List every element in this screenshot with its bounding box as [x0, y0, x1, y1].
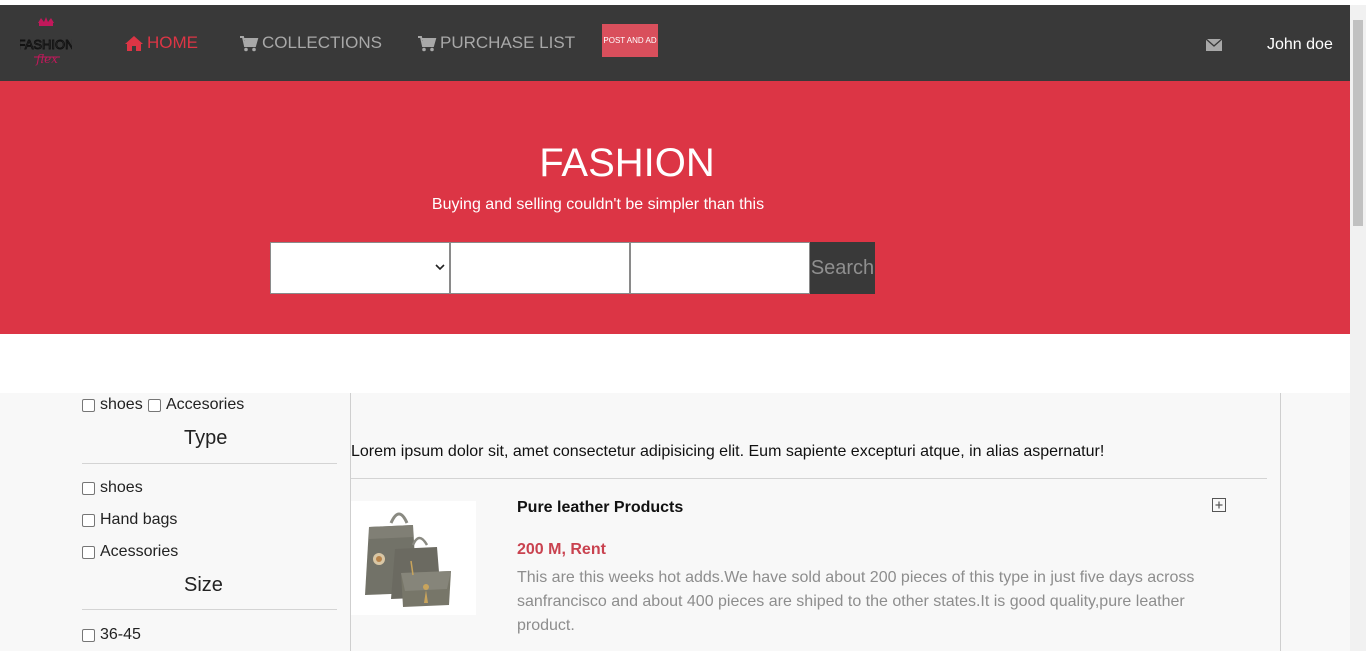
search-input-secondary[interactable] — [630, 242, 810, 294]
filter-label: shoes — [100, 479, 143, 496]
scrollbar-thumb[interactable] — [1353, 20, 1363, 226]
checkbox[interactable] — [82, 628, 95, 642]
hero-banner: FASHION Buying and selling couldn't be s… — [0, 81, 1350, 334]
checkbox[interactable] — [82, 545, 95, 559]
divider — [82, 609, 337, 610]
filter-type-shoes[interactable]: shoes — [82, 479, 143, 497]
nav-collections-label: COLLECTIONS — [262, 33, 382, 52]
product-price: 200 M, Rent — [517, 541, 606, 558]
divider — [82, 463, 337, 464]
envelope-icon[interactable] — [1206, 39, 1222, 51]
category-select[interactable] — [270, 242, 450, 294]
chevron-down-icon — [435, 264, 445, 271]
content-area: shoes Accesories Type shoes Hand bags Ac… — [0, 393, 1350, 651]
checkbox[interactable] — [82, 481, 95, 495]
filter-top-accesories[interactable]: Accesories — [148, 396, 244, 414]
divider — [351, 478, 1267, 479]
nav-collections-link[interactable]: COLLECTIONS — [239, 32, 382, 54]
cart-icon — [240, 35, 259, 51]
filter-type-acessories[interactable]: Acessories — [82, 543, 178, 561]
nav-home-label: HOME — [147, 33, 198, 52]
filter-label: 36-45 — [100, 626, 141, 643]
filter-top-shoes[interactable]: shoes — [82, 396, 143, 414]
post-ad-button[interactable]: POST AND AD — [602, 24, 658, 57]
intro-text: Lorem ipsum dolor sit, amet consectetur … — [351, 443, 1105, 460]
user-name[interactable]: John doe — [1267, 36, 1333, 54]
filter-size-36-45[interactable]: 36-45 — [82, 626, 141, 644]
product-title[interactable]: Pure leather Products — [517, 499, 683, 517]
nav-home-link[interactable]: HOME — [124, 32, 198, 54]
page-scrollbar[interactable] — [1350, 5, 1366, 651]
filter-label: Accesories — [166, 396, 245, 413]
filter-label: Acessories — [100, 543, 179, 560]
hero-title: FASHION — [539, 141, 715, 185]
brand-logo[interactable]: FASHION flex — [17, 17, 75, 69]
search-button[interactable]: Search — [810, 242, 875, 294]
search-input-primary[interactable] — [450, 242, 630, 294]
home-icon — [125, 35, 143, 51]
product-image[interactable] — [351, 501, 476, 615]
right-divider — [1280, 393, 1281, 651]
checkbox[interactable] — [82, 513, 95, 527]
size-heading: Size — [184, 574, 223, 596]
nav-purchase-label: PURCHASE LIST — [440, 33, 576, 52]
filter-label: shoes — [100, 396, 143, 413]
checkbox[interactable] — [82, 398, 95, 412]
filter-type-handbags[interactable]: Hand bags — [82, 511, 177, 529]
cart-icon — [418, 35, 437, 51]
product-description: This are this weeks hot adds.We have sol… — [517, 569, 1195, 634]
type-heading: Type — [184, 427, 228, 449]
navbar: FASHION flex HOME COLLECTIONS PURCHASE L… — [0, 5, 1350, 81]
nav-purchase-link[interactable]: PURCHASE LIST — [417, 32, 575, 54]
logo-text-top: FASHION — [20, 37, 72, 52]
hero-subtitle: Buying and selling couldn't be simpler t… — [431, 196, 765, 213]
checkbox[interactable] — [148, 398, 161, 412]
logo-text-bottom: flex — [35, 52, 58, 66]
plus-square-icon[interactable] — [1212, 498, 1226, 512]
filter-label: Hand bags — [100, 511, 178, 528]
